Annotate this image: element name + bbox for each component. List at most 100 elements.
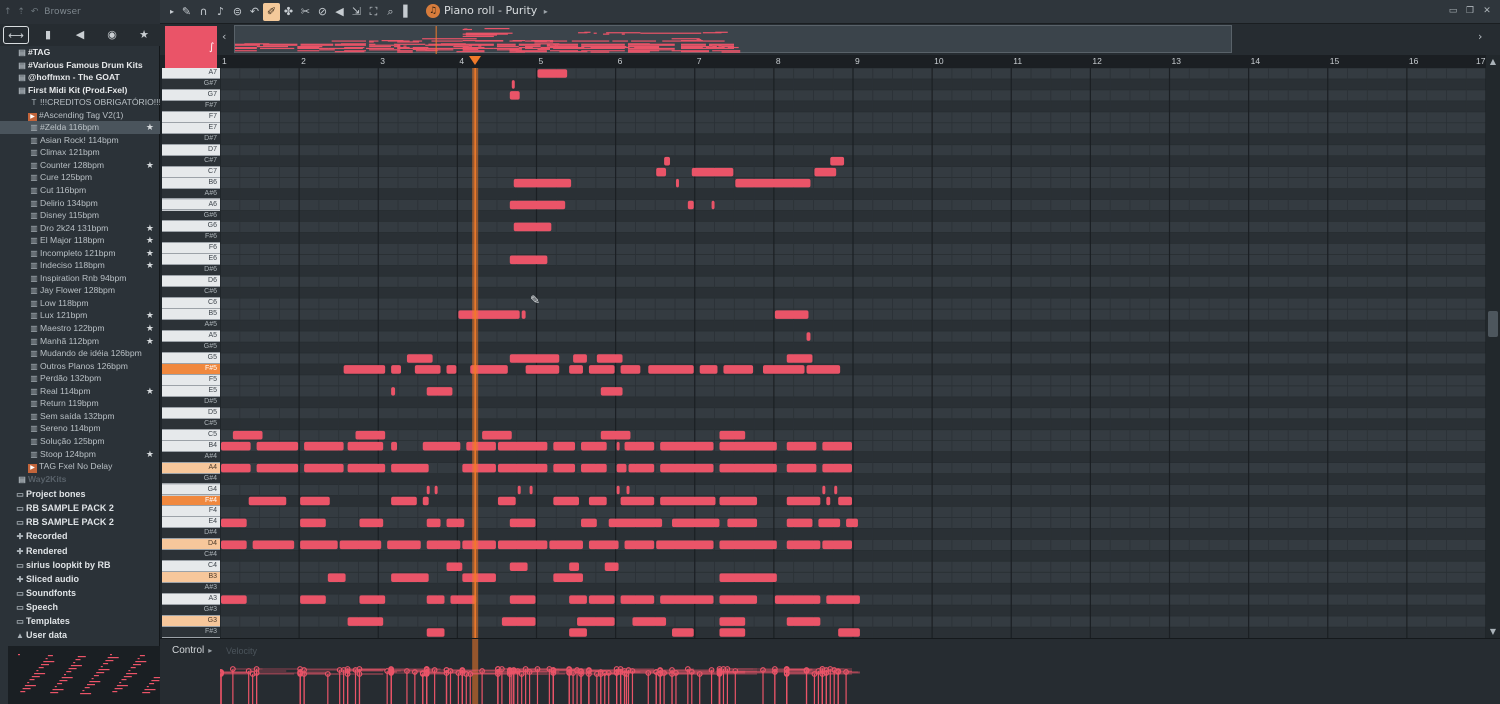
- note[interactable]: [596, 354, 623, 363]
- scroll-right-icon[interactable]: ›: [1478, 30, 1488, 43]
- browser-item-dro-2k24-131bpm[interactable]: ▥ Dro 2k24 131bpm ★: [0, 222, 160, 235]
- note[interactable]: [569, 562, 580, 572]
- note[interactable]: [786, 441, 817, 451]
- note[interactable]: [300, 496, 330, 506]
- note[interactable]: [569, 595, 587, 604]
- note[interactable]: [513, 222, 552, 232]
- note[interactable]: [822, 441, 852, 451]
- note[interactable]: [521, 310, 526, 319]
- tool-button-4[interactable]: ⊜: [229, 3, 246, 21]
- tool-button-2[interactable]: ∩: [195, 3, 212, 21]
- note[interactable]: [806, 365, 841, 374]
- note[interactable]: [462, 540, 496, 550]
- browser-item-return-119bpm[interactable]: ▥ Return 119bpm: [0, 397, 160, 410]
- tool-button-7[interactable]: ✤: [280, 3, 297, 21]
- note[interactable]: [675, 178, 679, 188]
- favorite-star-icon[interactable]: ★: [146, 247, 154, 260]
- scrollbar-thumb[interactable]: [1488, 311, 1498, 337]
- note[interactable]: [581, 463, 607, 473]
- favorite-star-icon[interactable]: ★: [146, 335, 154, 348]
- tool-button-6[interactable]: ✐: [263, 2, 280, 21]
- note[interactable]: [838, 628, 860, 637]
- piano-key-c-6[interactable]: C#6: [162, 287, 220, 299]
- note[interactable]: [624, 441, 655, 451]
- tab-files[interactable]: ▮: [35, 26, 61, 44]
- note[interactable]: [588, 595, 615, 604]
- favorite-star-icon[interactable]: ★: [146, 309, 154, 322]
- channel-logo[interactable]: ∫: [165, 26, 217, 70]
- note[interactable]: [458, 310, 520, 319]
- note[interactable]: [826, 595, 860, 604]
- waveform-preview[interactable]: [8, 646, 165, 704]
- piano-key-d6[interactable]: D6: [162, 276, 220, 288]
- note[interactable]: [656, 167, 667, 177]
- browser-item-incompleto-121bpm[interactable]: ▥ Incompleto 121bpm ★: [0, 247, 160, 260]
- note[interactable]: [719, 496, 758, 506]
- piano-key-a-6[interactable]: A#6: [162, 188, 220, 200]
- note[interactable]: [517, 485, 521, 495]
- piano-key-g-6[interactable]: G#6: [162, 210, 220, 222]
- note[interactable]: [426, 485, 430, 495]
- note[interactable]: [511, 80, 515, 89]
- piano-key-g3[interactable]: G3: [162, 616, 220, 627]
- favorite-star-icon[interactable]: ★: [146, 159, 154, 172]
- piano-key-b3[interactable]: B3: [162, 572, 220, 584]
- note[interactable]: [509, 200, 566, 210]
- piano-key-a-4[interactable]: A#4: [162, 451, 220, 463]
- browser-item-delirio-134bpm[interactable]: ▥ Delirio 134bpm: [0, 197, 160, 210]
- note[interactable]: [406, 354, 433, 363]
- note[interactable]: [525, 365, 560, 374]
- browser-item-indeciso-118bpm[interactable]: ▥ Indeciso 118bpm ★: [0, 259, 160, 272]
- note[interactable]: [616, 463, 627, 473]
- piano-key-g5[interactable]: G5: [162, 353, 220, 364]
- piano-key-c5[interactable]: C5: [162, 429, 220, 441]
- note[interactable]: [600, 430, 631, 440]
- note[interactable]: [387, 540, 421, 550]
- note[interactable]: [786, 354, 813, 363]
- note[interactable]: [719, 463, 777, 473]
- browser-place-rendered[interactable]: ✚ Rendered: [0, 544, 160, 558]
- tab-all[interactable]: ⟷: [3, 26, 29, 44]
- note[interactable]: [660, 463, 714, 473]
- note[interactable]: [699, 365, 718, 374]
- piano-key-e4[interactable]: E4: [162, 517, 220, 529]
- note[interactable]: [632, 617, 667, 626]
- note[interactable]: [391, 463, 429, 473]
- note[interactable]: [822, 485, 826, 495]
- playhead-marker-icon[interactable]: [469, 56, 482, 65]
- note[interactable]: [830, 156, 845, 166]
- note[interactable]: [446, 365, 457, 374]
- browser-item-mudando-de-id-ia-126bpm[interactable]: ▥ Mudando de idéia 126bpm: [0, 347, 160, 360]
- note[interactable]: [569, 365, 583, 374]
- note[interactable]: [537, 69, 568, 78]
- favorite-star-icon[interactable]: ★: [146, 222, 154, 235]
- note[interactable]: [719, 595, 758, 604]
- note[interactable]: [339, 540, 382, 550]
- piano-key-e6[interactable]: E6: [162, 254, 220, 266]
- piano-roll-title[interactable]: ♫ Piano roll - Purity ▸: [426, 0, 548, 24]
- note[interactable]: [221, 595, 247, 604]
- browser-place-recorded[interactable]: ✚ Recorded: [0, 529, 160, 543]
- note[interactable]: [343, 365, 386, 374]
- note[interactable]: [513, 178, 572, 188]
- favorite-star-icon[interactable]: ★: [146, 448, 154, 461]
- note[interactable]: [509, 255, 548, 265]
- browser-place-rb-sample-pack-2[interactable]: ▭ RB SAMPLE PACK 2: [0, 515, 160, 529]
- browser-item-cure-125bpm[interactable]: ▥ Cure 125bpm: [0, 171, 160, 184]
- note[interactable]: [664, 156, 671, 166]
- note[interactable]: [426, 518, 441, 528]
- note[interactable]: [221, 463, 251, 473]
- tool-button-14[interactable]: ▌: [399, 3, 416, 21]
- browser-item-manh-112bpm[interactable]: ▥ Manhã 112bpm ★: [0, 335, 160, 348]
- note[interactable]: [221, 540, 247, 550]
- note[interactable]: [719, 430, 746, 440]
- note[interactable]: [300, 518, 326, 528]
- note[interactable]: [497, 463, 548, 473]
- note[interactable]: [414, 365, 441, 374]
- piano-key-f7[interactable]: F7: [162, 111, 220, 123]
- note[interactable]: [711, 200, 715, 210]
- browser-item-way2kits[interactable]: ▤ Way2Kits: [0, 473, 160, 486]
- note[interactable]: [822, 463, 852, 473]
- note[interactable]: [719, 573, 777, 582]
- favorite-star-icon[interactable]: ★: [146, 385, 154, 398]
